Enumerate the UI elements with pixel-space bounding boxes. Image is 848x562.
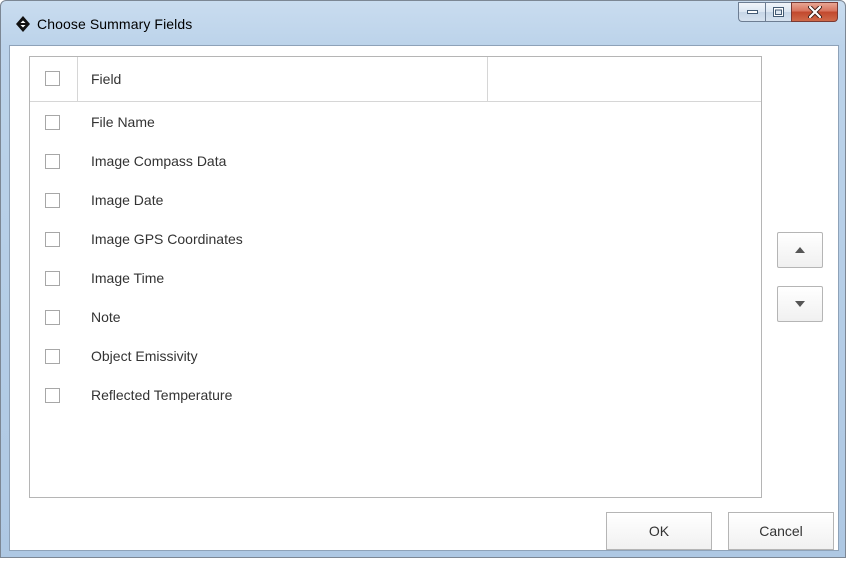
move-up-button[interactable]: [777, 232, 823, 268]
field-name: Note: [91, 309, 121, 325]
maximize-icon: [773, 7, 784, 17]
dialog-content: Field File Name Image Compass Data Image D…: [9, 45, 839, 551]
field-name: Image Compass Data: [91, 153, 227, 169]
triangle-down-icon: [795, 301, 805, 307]
header-checkbox-cell: [30, 57, 78, 101]
row-checkbox[interactable]: [45, 310, 60, 325]
row-checkbox[interactable]: [45, 388, 60, 403]
table-row[interactable]: File Name: [30, 104, 761, 143]
row-checkbox[interactable]: [45, 115, 60, 130]
minimize-button[interactable]: [738, 2, 765, 22]
caption-buttons: [738, 2, 838, 24]
title-bar[interactable]: Choose Summary Fields: [1, 1, 847, 45]
dialog-window: Choose Summary Fields Field File Name Im…: [0, 0, 846, 558]
column-header-empty: [488, 57, 761, 101]
close-icon: [807, 6, 822, 18]
field-name: Object Emissivity: [91, 348, 198, 364]
field-name: File Name: [91, 114, 155, 130]
row-checkbox[interactable]: [45, 349, 60, 364]
field-name: Image Time: [91, 270, 165, 286]
column-header-label: Field: [91, 71, 122, 87]
table-row[interactable]: Image Date: [30, 182, 761, 221]
field-name: Image GPS Coordinates: [91, 231, 243, 247]
table-header: Field: [30, 57, 761, 102]
table-row[interactable]: Note: [30, 299, 761, 338]
row-checkbox[interactable]: [45, 232, 60, 247]
ok-button[interactable]: OK: [606, 512, 712, 550]
minimize-icon: [746, 10, 758, 14]
field-name: Reflected Temperature: [91, 387, 233, 403]
column-header-field[interactable]: Field: [78, 57, 488, 101]
maximize-button[interactable]: [765, 2, 791, 22]
flir-diamond-icon: [16, 16, 30, 32]
cancel-button[interactable]: Cancel: [728, 512, 834, 550]
row-checkbox[interactable]: [45, 193, 60, 208]
row-checkbox[interactable]: [45, 154, 60, 169]
field-name: Image Date: [91, 192, 164, 208]
select-all-checkbox[interactable]: [45, 71, 60, 86]
row-checkbox[interactable]: [45, 271, 60, 286]
fields-table: Field File Name Image Compass Data Image D…: [29, 56, 762, 498]
table-row[interactable]: Object Emissivity: [30, 338, 761, 377]
table-row[interactable]: Reflected Temperature: [30, 377, 761, 416]
table-row[interactable]: Image Compass Data: [30, 143, 761, 182]
triangle-up-icon: [795, 247, 805, 253]
table-row[interactable]: Image Time: [30, 260, 761, 299]
close-button[interactable]: [791, 2, 838, 22]
move-down-button[interactable]: [777, 286, 823, 322]
table-row[interactable]: Image GPS Coordinates: [30, 221, 761, 260]
window-title: Choose Summary Fields: [37, 16, 193, 32]
